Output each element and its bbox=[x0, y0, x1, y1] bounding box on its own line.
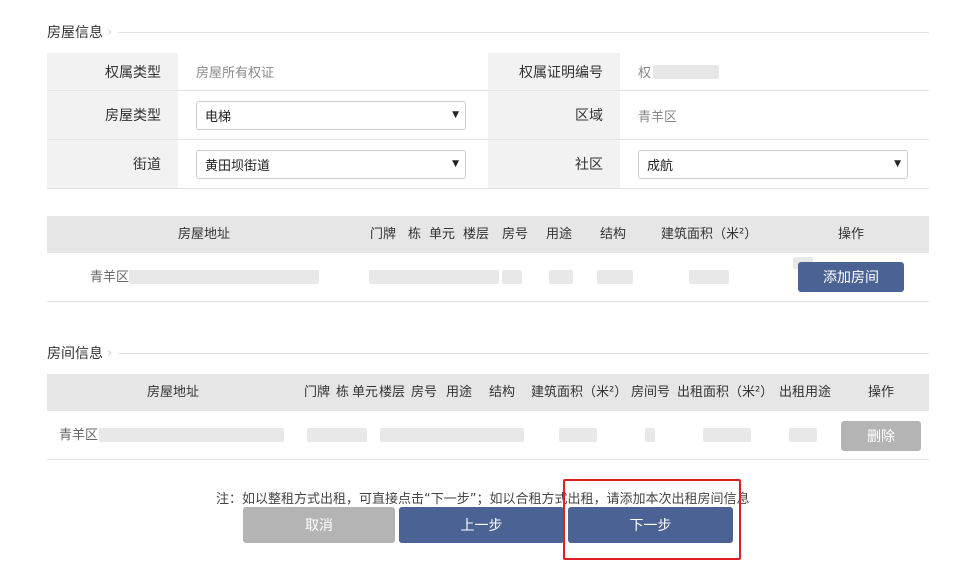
col-floor: 楼层 bbox=[463, 227, 490, 242]
col-action: 操作 bbox=[868, 385, 895, 400]
region-value: 青羊区 bbox=[638, 109, 678, 125]
house-type-selected: 电梯 bbox=[205, 109, 232, 125]
col-building: 栋 bbox=[336, 385, 350, 400]
region-label: 区域 bbox=[488, 91, 620, 139]
redacted-block bbox=[99, 428, 284, 442]
col-structure: 结构 bbox=[600, 227, 627, 242]
info-row: 街道 黄田坝街道 ▼ 社区 成航 ▼ bbox=[47, 139, 929, 188]
section-divider bbox=[118, 352, 929, 354]
street-label: 街道 bbox=[47, 140, 178, 188]
ownership-type-value: 房屋所有权证 bbox=[196, 66, 275, 81]
delete-button[interactable]: 删除 bbox=[841, 421, 921, 451]
info-row: 权属类型 房屋所有权证 权属证明编号 权 bbox=[47, 53, 929, 90]
section-divider bbox=[118, 31, 929, 33]
col-usage: 用途 bbox=[446, 385, 473, 400]
col-unit: 单元 bbox=[429, 227, 456, 242]
col-area: 建筑面积（米²） bbox=[531, 385, 628, 400]
redacted-block bbox=[129, 270, 319, 284]
col-building: 栋 bbox=[408, 227, 422, 242]
caret-down-icon: ▼ bbox=[452, 159, 459, 169]
cert-no-label: 权属证明编号 bbox=[488, 53, 620, 90]
room-table-header: 房屋地址 门牌 栋 单元 楼层 房号 用途 结构 建筑面积（米²） 房间号 出租… bbox=[47, 374, 929, 411]
redacted-block bbox=[645, 428, 655, 442]
col-floor: 楼层 bbox=[379, 385, 406, 400]
redacted-block bbox=[549, 270, 573, 284]
redacted-block bbox=[689, 270, 729, 284]
col-structure: 结构 bbox=[489, 385, 516, 400]
redacted-block bbox=[559, 428, 597, 442]
col-rent-usage: 出租用途 bbox=[779, 385, 832, 400]
col-room-no: 房号 bbox=[411, 385, 438, 400]
community-label: 社区 bbox=[488, 140, 620, 188]
house-table-header: 房屋地址 门牌 栋 单元 楼层 房号 用途 结构 建筑面积（米²） 操作 bbox=[47, 216, 929, 253]
row-address: 青羊区 bbox=[59, 428, 99, 443]
col-door: 门牌 bbox=[304, 385, 331, 400]
cert-no-value: 权 bbox=[620, 53, 929, 90]
redacted-block bbox=[653, 64, 720, 79]
redacted-block bbox=[597, 270, 633, 284]
house-section-label: 房屋信息 bbox=[47, 25, 103, 41]
row-address: 青羊区 bbox=[90, 270, 130, 285]
house-section-title: 房屋信息 › bbox=[47, 22, 929, 42]
caret-down-icon: ▼ bbox=[894, 159, 901, 169]
col-room-no: 房号 bbox=[502, 227, 529, 242]
ownership-type-label: 权属类型 bbox=[47, 53, 178, 90]
add-room-button[interactable]: 添加房间 bbox=[798, 262, 904, 292]
house-info-grid: 权属类型 房屋所有权证 权属证明编号 权 房屋类型 电梯 ▼ 区域 青羊区 街道… bbox=[47, 53, 929, 189]
room-table: 房屋地址 门牌 栋 单元 楼层 房号 用途 结构 建筑面积（米²） 房间号 出租… bbox=[47, 374, 929, 460]
cert-no-text: 权 bbox=[638, 66, 652, 81]
redacted-block bbox=[307, 428, 367, 442]
caret-down-icon: ▼ bbox=[452, 110, 459, 120]
house-type-cell: 电梯 ▼ bbox=[178, 91, 488, 139]
chevron-right-icon: › bbox=[107, 24, 113, 40]
table-row: 青羊区 添加房间 bbox=[47, 253, 929, 302]
col-rent-area: 出租面积（米²） bbox=[677, 385, 774, 400]
community-cell: 成航 ▼ bbox=[620, 140, 929, 188]
prev-step-button[interactable]: 上一步 bbox=[399, 507, 564, 543]
col-unit: 单元 bbox=[352, 385, 379, 400]
redacted-block bbox=[369, 270, 499, 284]
chevron-right-icon: › bbox=[107, 345, 113, 361]
col-usage: 用途 bbox=[546, 227, 573, 242]
col-action: 操作 bbox=[838, 227, 865, 242]
col-address: 房屋地址 bbox=[178, 227, 231, 242]
street-cell: 黄田坝街道 ▼ bbox=[178, 140, 488, 188]
redacted-block bbox=[789, 428, 817, 442]
col-area: 建筑面积（米²） bbox=[661, 227, 758, 242]
table-row: 青羊区 删除 bbox=[47, 411, 929, 460]
house-table: 房屋地址 门牌 栋 单元 楼层 房号 用途 结构 建筑面积（米²） 操作 青羊区… bbox=[47, 216, 929, 302]
col-door: 门牌 bbox=[370, 227, 397, 242]
room-section-title: 房间信息 › bbox=[47, 343, 929, 363]
col-address: 房屋地址 bbox=[147, 385, 200, 400]
street-select[interactable]: 黄田坝街道 ▼ bbox=[196, 149, 466, 179]
col-room-number: 房间号 bbox=[631, 385, 671, 400]
room-section-label: 房间信息 bbox=[47, 346, 103, 362]
cancel-button[interactable]: 取消 bbox=[243, 507, 395, 543]
community-selected: 成航 bbox=[647, 158, 674, 174]
info-row: 房屋类型 电梯 ▼ 区域 青羊区 bbox=[47, 90, 929, 139]
redacted-block bbox=[502, 270, 522, 284]
house-type-label: 房屋类型 bbox=[47, 91, 178, 139]
house-type-select[interactable]: 电梯 ▼ bbox=[196, 100, 466, 130]
street-selected: 黄田坝街道 bbox=[205, 158, 271, 174]
community-select[interactable]: 成航 ▼ bbox=[638, 149, 908, 179]
redacted-block bbox=[380, 428, 524, 442]
redacted-block bbox=[703, 428, 751, 442]
highlight-box bbox=[563, 479, 741, 560]
